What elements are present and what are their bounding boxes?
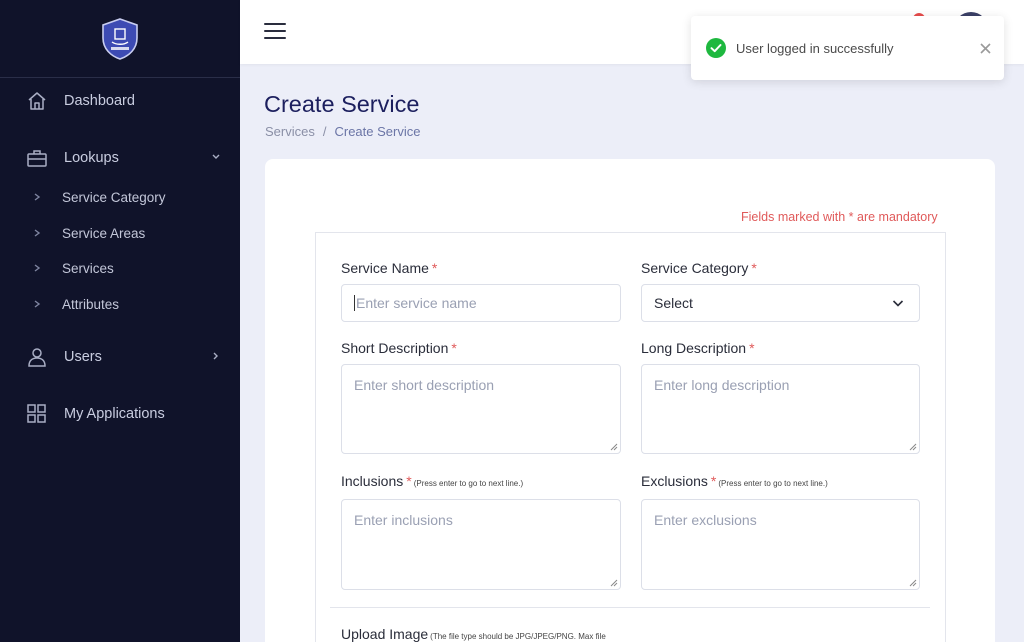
service-name-label-text: Service Name [341,260,429,276]
toast-message: User logged in successfully [736,41,894,56]
required-marker: * [431,260,438,276]
sidebar-subitem-label: Services [62,260,114,276]
sidebar-item-label: Users [64,349,102,365]
sidebar: Dashboard Lookups Service Category Servi… [0,0,240,642]
exclusions-placeholder: Enter exclusions [654,512,757,528]
resize-handle-icon[interactable] [909,579,917,587]
sidebar-subitem-service-areas[interactable]: Service Areas [0,219,240,247]
success-toast: User logged in successfully [691,16,1004,80]
chevron-down-icon [892,300,904,307]
upload-image-hint: (The file type should be JPG/JPEG/PNG. M… [430,632,606,641]
upload-image-label: Upload Image (The file type should be JPG… [341,626,606,642]
mandatory-note: Fields marked with * are mandatory [741,210,938,224]
sidebar-subitem-label: Service Areas [62,225,146,241]
chevron-right-icon [34,229,41,237]
long-description-textarea[interactable]: Enter long description [641,364,920,454]
required-marker: * [749,340,755,356]
resize-handle-icon[interactable] [610,579,618,587]
resize-handle-icon[interactable] [610,443,618,451]
chevron-right-icon [34,264,41,272]
service-category-value: Select [654,295,693,311]
breadcrumb: Services / Create Service [265,124,420,139]
short-description-textarea[interactable]: Enter short description [341,364,621,454]
shield-logo[interactable] [101,17,139,60]
inclusions-textarea[interactable]: Enter inclusions [341,499,621,590]
long-description-label: Long Description * [641,340,755,356]
service-category-label: Service Category * [641,260,757,276]
section-divider [330,607,930,608]
inclusions-hint: (Press enter to go to next line.) [413,479,524,488]
sidebar-subitem-label: Attributes [62,296,120,312]
exclusions-hint: (Press enter to go to next line.) [718,479,828,488]
service-category-select[interactable]: Select [641,284,920,322]
required-marker: * [406,473,412,489]
chevron-right-icon [34,300,41,308]
chevron-right-icon [34,193,41,201]
check-circle-icon [706,38,726,58]
page-title: Create Service [264,91,420,117]
briefcase-icon [27,150,47,167]
user-icon [28,348,46,367]
short-description-label-text: Short Description [341,340,449,356]
home-icon [28,92,46,110]
inclusions-label-text: Inclusions [341,473,404,489]
logo-area [0,0,240,78]
inclusions-placeholder: Enter inclusions [354,512,453,528]
sidebar-subitem-services[interactable]: Services [0,254,240,282]
long-description-placeholder: Enter long description [654,377,790,393]
grid-icon [27,404,46,423]
service-name-label: Service Name * [341,260,437,276]
sidebar-item-dashboard[interactable]: Dashboard [0,83,240,119]
sidebar-subitem-label: Service Category [62,189,166,205]
required-marker: * [710,473,717,489]
sidebar-item-label: My Applications [64,406,165,422]
inclusions-label: Inclusions * (Press enter to go to next li… [341,473,523,489]
exclusions-textarea[interactable]: Enter exclusions [641,499,920,590]
upload-image-label-text: Upload Image [341,626,429,642]
sidebar-subitem-service-category[interactable]: Service Category [0,183,240,211]
service-name-placeholder: Enter service name [356,295,477,311]
exclusions-label: Exclusions * (Press enter to go to next li… [641,473,828,489]
breadcrumb-link-services[interactable]: Services [265,124,315,139]
exclusions-label-text: Exclusions [641,473,708,489]
sidebar-item-label: Dashboard [64,93,135,109]
close-icon[interactable] [980,43,991,54]
resize-handle-icon[interactable] [909,443,917,451]
long-description-label-text: Long Description [641,340,747,356]
menu-toggle-icon[interactable] [264,23,286,41]
breadcrumb-current: Create Service [334,124,421,139]
required-marker: * [451,340,457,356]
sidebar-item-users[interactable]: Users [0,339,240,375]
sidebar-item-lookups[interactable]: Lookups [0,140,240,176]
service-category-label-text: Service Category [641,260,749,276]
service-name-input[interactable]: Enter service name [341,284,621,322]
breadcrumb-separator: / [322,124,327,139]
chevron-down-icon [212,154,220,159]
sidebar-subitem-attributes[interactable]: Attributes [0,290,240,318]
required-marker: * [751,260,757,276]
chevron-right-icon [213,352,218,360]
sidebar-item-my-applications[interactable]: My Applications [0,396,240,432]
text-caret [354,295,355,311]
sidebar-item-label: Lookups [64,150,119,166]
short-description-label: Short Description * [341,340,457,356]
short-description-placeholder: Enter short description [354,377,495,393]
